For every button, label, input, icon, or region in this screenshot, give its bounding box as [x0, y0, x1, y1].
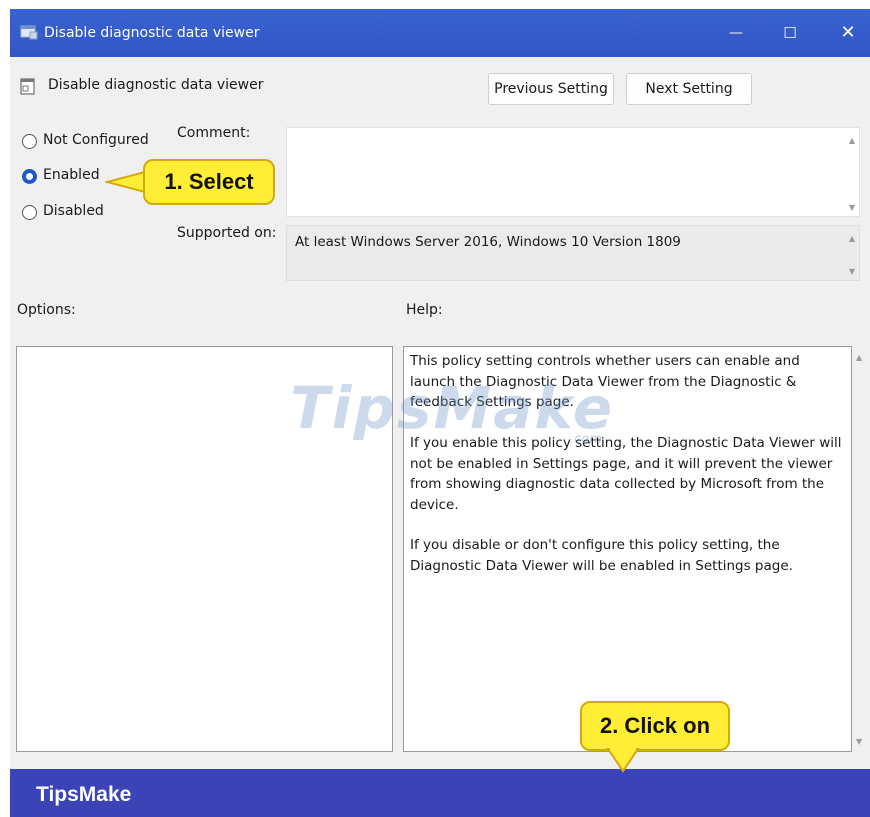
close-icon[interactable]: ✕ — [834, 21, 862, 45]
scroll-up-icon[interactable]: ▲ — [856, 353, 862, 362]
comment-label: Comment: — [177, 125, 251, 141]
previous-setting-button[interactable]: Previous Setting — [488, 73, 614, 105]
window-title: Disable diagnostic data viewer — [44, 25, 260, 41]
setting-icon — [20, 78, 35, 95]
callout-pointer-icon — [606, 747, 640, 773]
setting-title: Disable diagnostic data viewer — [48, 77, 264, 93]
supported-on-label: Supported on: — [177, 225, 277, 241]
callout-pointer-icon — [105, 170, 147, 194]
maximize-icon[interactable]: ☐ — [776, 21, 804, 45]
brand-logo-text: TipsMake — [36, 783, 132, 806]
policy-dialog: Disable diagnostic data viewer — ☐ ✕ Dis… — [10, 9, 870, 773]
next-setting-button[interactable]: Next Setting — [626, 73, 752, 105]
radio-circle[interactable] — [22, 134, 37, 149]
scroll-down-icon[interactable]: ▼ — [849, 203, 855, 212]
options-label: Options: — [17, 302, 76, 318]
watermark: TipsMake — [290, 374, 615, 442]
help-paragraph: If you disable or don't configure this p… — [410, 537, 793, 574]
scroll-up-icon[interactable]: ▲ — [849, 136, 855, 145]
comment-textarea[interactable]: ▲ ▼ — [286, 127, 860, 217]
callout-click-on: 2. Click on — [580, 701, 730, 751]
help-paragraph: If you enable this policy setting, the D… — [410, 435, 842, 513]
radio-label: Enabled — [43, 167, 100, 183]
title-bar: Disable diagnostic data viewer — ☐ ✕ — [10, 9, 870, 57]
radio-circle-selected[interactable] — [22, 169, 37, 184]
policy-app-icon — [20, 25, 38, 40]
radio-label: Not Configured — [43, 132, 149, 148]
radio-circle[interactable] — [22, 205, 37, 220]
supported-on-field: At least Windows Server 2016, Windows 10… — [286, 225, 860, 281]
supported-on-value: At least Windows Server 2016, Windows 10… — [295, 234, 681, 250]
minimize-icon[interactable]: — — [722, 21, 750, 45]
scroll-down-icon[interactable]: ▼ — [849, 267, 855, 276]
help-label: Help: — [406, 302, 443, 318]
watermark-domain: .com — [570, 432, 602, 447]
radio-label: Disabled — [43, 203, 104, 219]
scroll-down-icon[interactable]: ▼ — [856, 737, 862, 746]
callout-select: 1. Select — [143, 159, 275, 205]
scroll-up-icon[interactable]: ▲ — [849, 234, 855, 243]
